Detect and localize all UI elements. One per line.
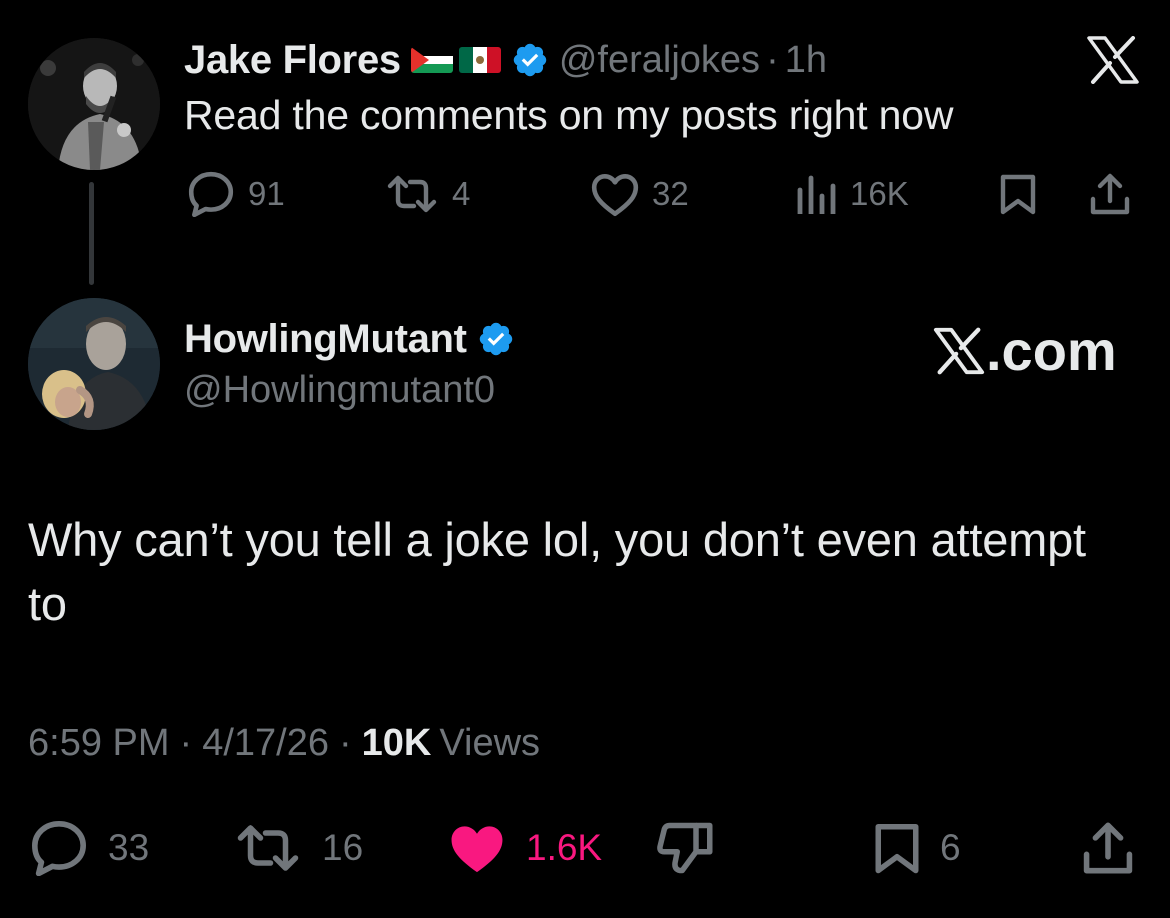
avatar[interactable]	[28, 38, 160, 170]
reply-button[interactable]: 33	[28, 820, 149, 876]
verified-badge-icon	[511, 41, 549, 79]
views-button[interactable]: 16K	[796, 170, 909, 218]
tweet-date[interactable]: 4/17/26	[202, 722, 329, 765]
author-handle[interactable]: @feraljokes	[559, 39, 760, 82]
repost-count: 4	[452, 175, 471, 212]
thread-line	[89, 182, 94, 285]
author-name[interactable]: Jake Flores	[184, 38, 401, 83]
author-handle[interactable]: @Howlingmutant0	[184, 369, 495, 412]
views-icon	[797, 175, 836, 214]
separator-dot: ·	[338, 722, 352, 764]
repost-button[interactable]: 16	[232, 820, 363, 876]
tweet-header: HowlingMutant	[184, 312, 525, 366]
x-logo-icon	[1085, 36, 1141, 84]
tweet-time[interactable]: 6:59 PM	[28, 722, 170, 765]
reply-count: 91	[248, 175, 285, 212]
tweet-meta: 6:59 PM · 4/17/26 · 10K Views	[28, 722, 540, 765]
views-count: 16K	[850, 175, 909, 212]
share-icon	[1090, 173, 1130, 215]
share-button[interactable]	[1080, 820, 1154, 876]
bookmark-icon	[875, 824, 919, 874]
mexico-flag-icon	[458, 47, 501, 73]
bookmark-icon	[1000, 174, 1036, 215]
share-button[interactable]	[1088, 170, 1144, 218]
like-icon	[591, 174, 639, 217]
views-count[interactable]: 10K	[362, 722, 432, 765]
reply-icon	[188, 171, 234, 217]
reply-count: 33	[108, 827, 150, 868]
reply-icon	[32, 821, 86, 876]
x-com-watermark: .com	[932, 318, 1117, 383]
palestine-flag-icon	[410, 47, 453, 73]
separator-dot: ·	[179, 722, 193, 764]
tweet-time[interactable]: 1h	[785, 39, 827, 82]
dislike-button[interactable]	[656, 820, 734, 876]
like-filled-icon	[451, 826, 503, 873]
repost-icon	[387, 175, 437, 213]
author-name[interactable]: HowlingMutant	[184, 317, 467, 362]
like-button[interactable]: 1.6K	[446, 820, 602, 876]
tweet-text: Why can’t you tell a joke lol, you don’t…	[28, 513, 1086, 630]
like-count: 1.6K	[526, 827, 603, 868]
verified-badge-icon	[477, 320, 515, 358]
bookmark-count: 6	[940, 827, 961, 868]
bookmark-button[interactable]: 6	[872, 820, 961, 876]
watermark-domain: .com	[986, 319, 1117, 382]
avatar[interactable]	[28, 298, 160, 430]
like-button[interactable]: 32	[590, 170, 689, 218]
reply-button[interactable]: 91	[186, 170, 285, 218]
separator-dot: ·	[766, 38, 779, 81]
views-label: Views	[439, 722, 541, 764]
bookmark-button[interactable]	[998, 170, 1050, 218]
repost-icon	[237, 825, 299, 871]
repost-button[interactable]: 4	[384, 170, 470, 218]
share-icon	[1083, 822, 1133, 874]
tweet-text: Read the comments on my posts right now	[184, 92, 954, 138]
repost-count: 16	[322, 827, 364, 868]
x-logo-icon	[933, 327, 985, 374]
like-count: 32	[652, 175, 689, 212]
tweet-header: Jake Flores @feraljokes · 1h	[184, 34, 827, 86]
thumbs-down-icon	[657, 822, 713, 874]
